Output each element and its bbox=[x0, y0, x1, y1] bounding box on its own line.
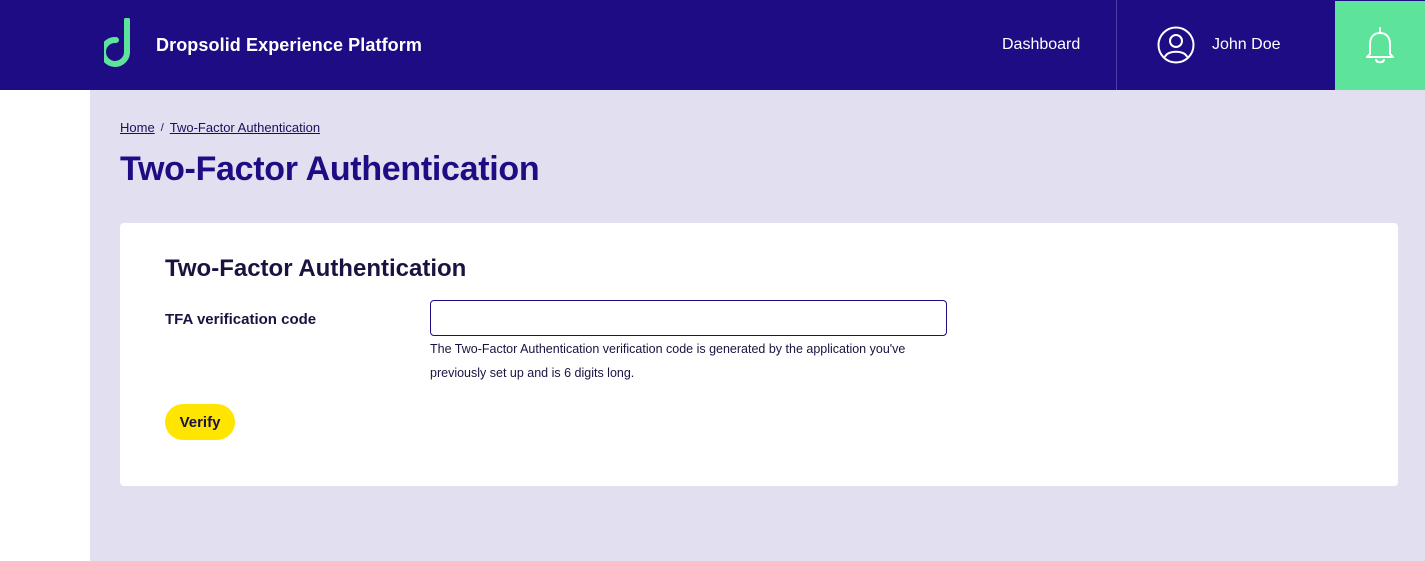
breadcrumb-separator: / bbox=[160, 121, 164, 134]
main-content: Home / Two-Factor Authentication Two-Fac… bbox=[90, 90, 1425, 561]
dropsolid-logo-icon bbox=[104, 18, 130, 67]
nav-dashboard-link[interactable]: Dashboard bbox=[1002, 0, 1080, 90]
breadcrumb-current-link[interactable]: Two-Factor Authentication bbox=[170, 120, 320, 135]
nav-divider bbox=[1116, 0, 1117, 90]
breadcrumb-home-link[interactable]: Home bbox=[120, 120, 155, 135]
tfa-form-card: Two-Factor Authentication TFA verificati… bbox=[120, 223, 1398, 486]
user-menu[interactable]: John Doe bbox=[1157, 0, 1281, 90]
brand[interactable]: Dropsolid Experience Platform bbox=[104, 18, 422, 72]
user-circle-icon bbox=[1157, 26, 1195, 64]
top-navigation-bar: Dropsolid Experience Platform Dashboard … bbox=[0, 0, 1425, 90]
form-title: Two-Factor Authentication bbox=[165, 255, 467, 282]
tfa-code-help-text: The Two-Factor Authentication verificati… bbox=[430, 337, 950, 385]
tfa-code-label: TFA verification code bbox=[165, 311, 317, 328]
tfa-code-input[interactable] bbox=[430, 300, 947, 336]
bell-icon bbox=[1366, 26, 1394, 63]
help-text-line: The Two-Factor Authentication verificati… bbox=[430, 342, 906, 356]
page-title: Two-Factor Authentication bbox=[120, 150, 540, 188]
help-text-line: previously set up and is 6 digits long. bbox=[430, 366, 635, 380]
user-name: John Doe bbox=[1212, 36, 1281, 53]
verify-button[interactable]: Verify bbox=[165, 404, 235, 440]
notifications-button[interactable] bbox=[1335, 1, 1425, 90]
breadcrumb: Home / Two-Factor Authentication bbox=[120, 120, 320, 135]
brand-name: Dropsolid Experience Platform bbox=[156, 34, 422, 55]
